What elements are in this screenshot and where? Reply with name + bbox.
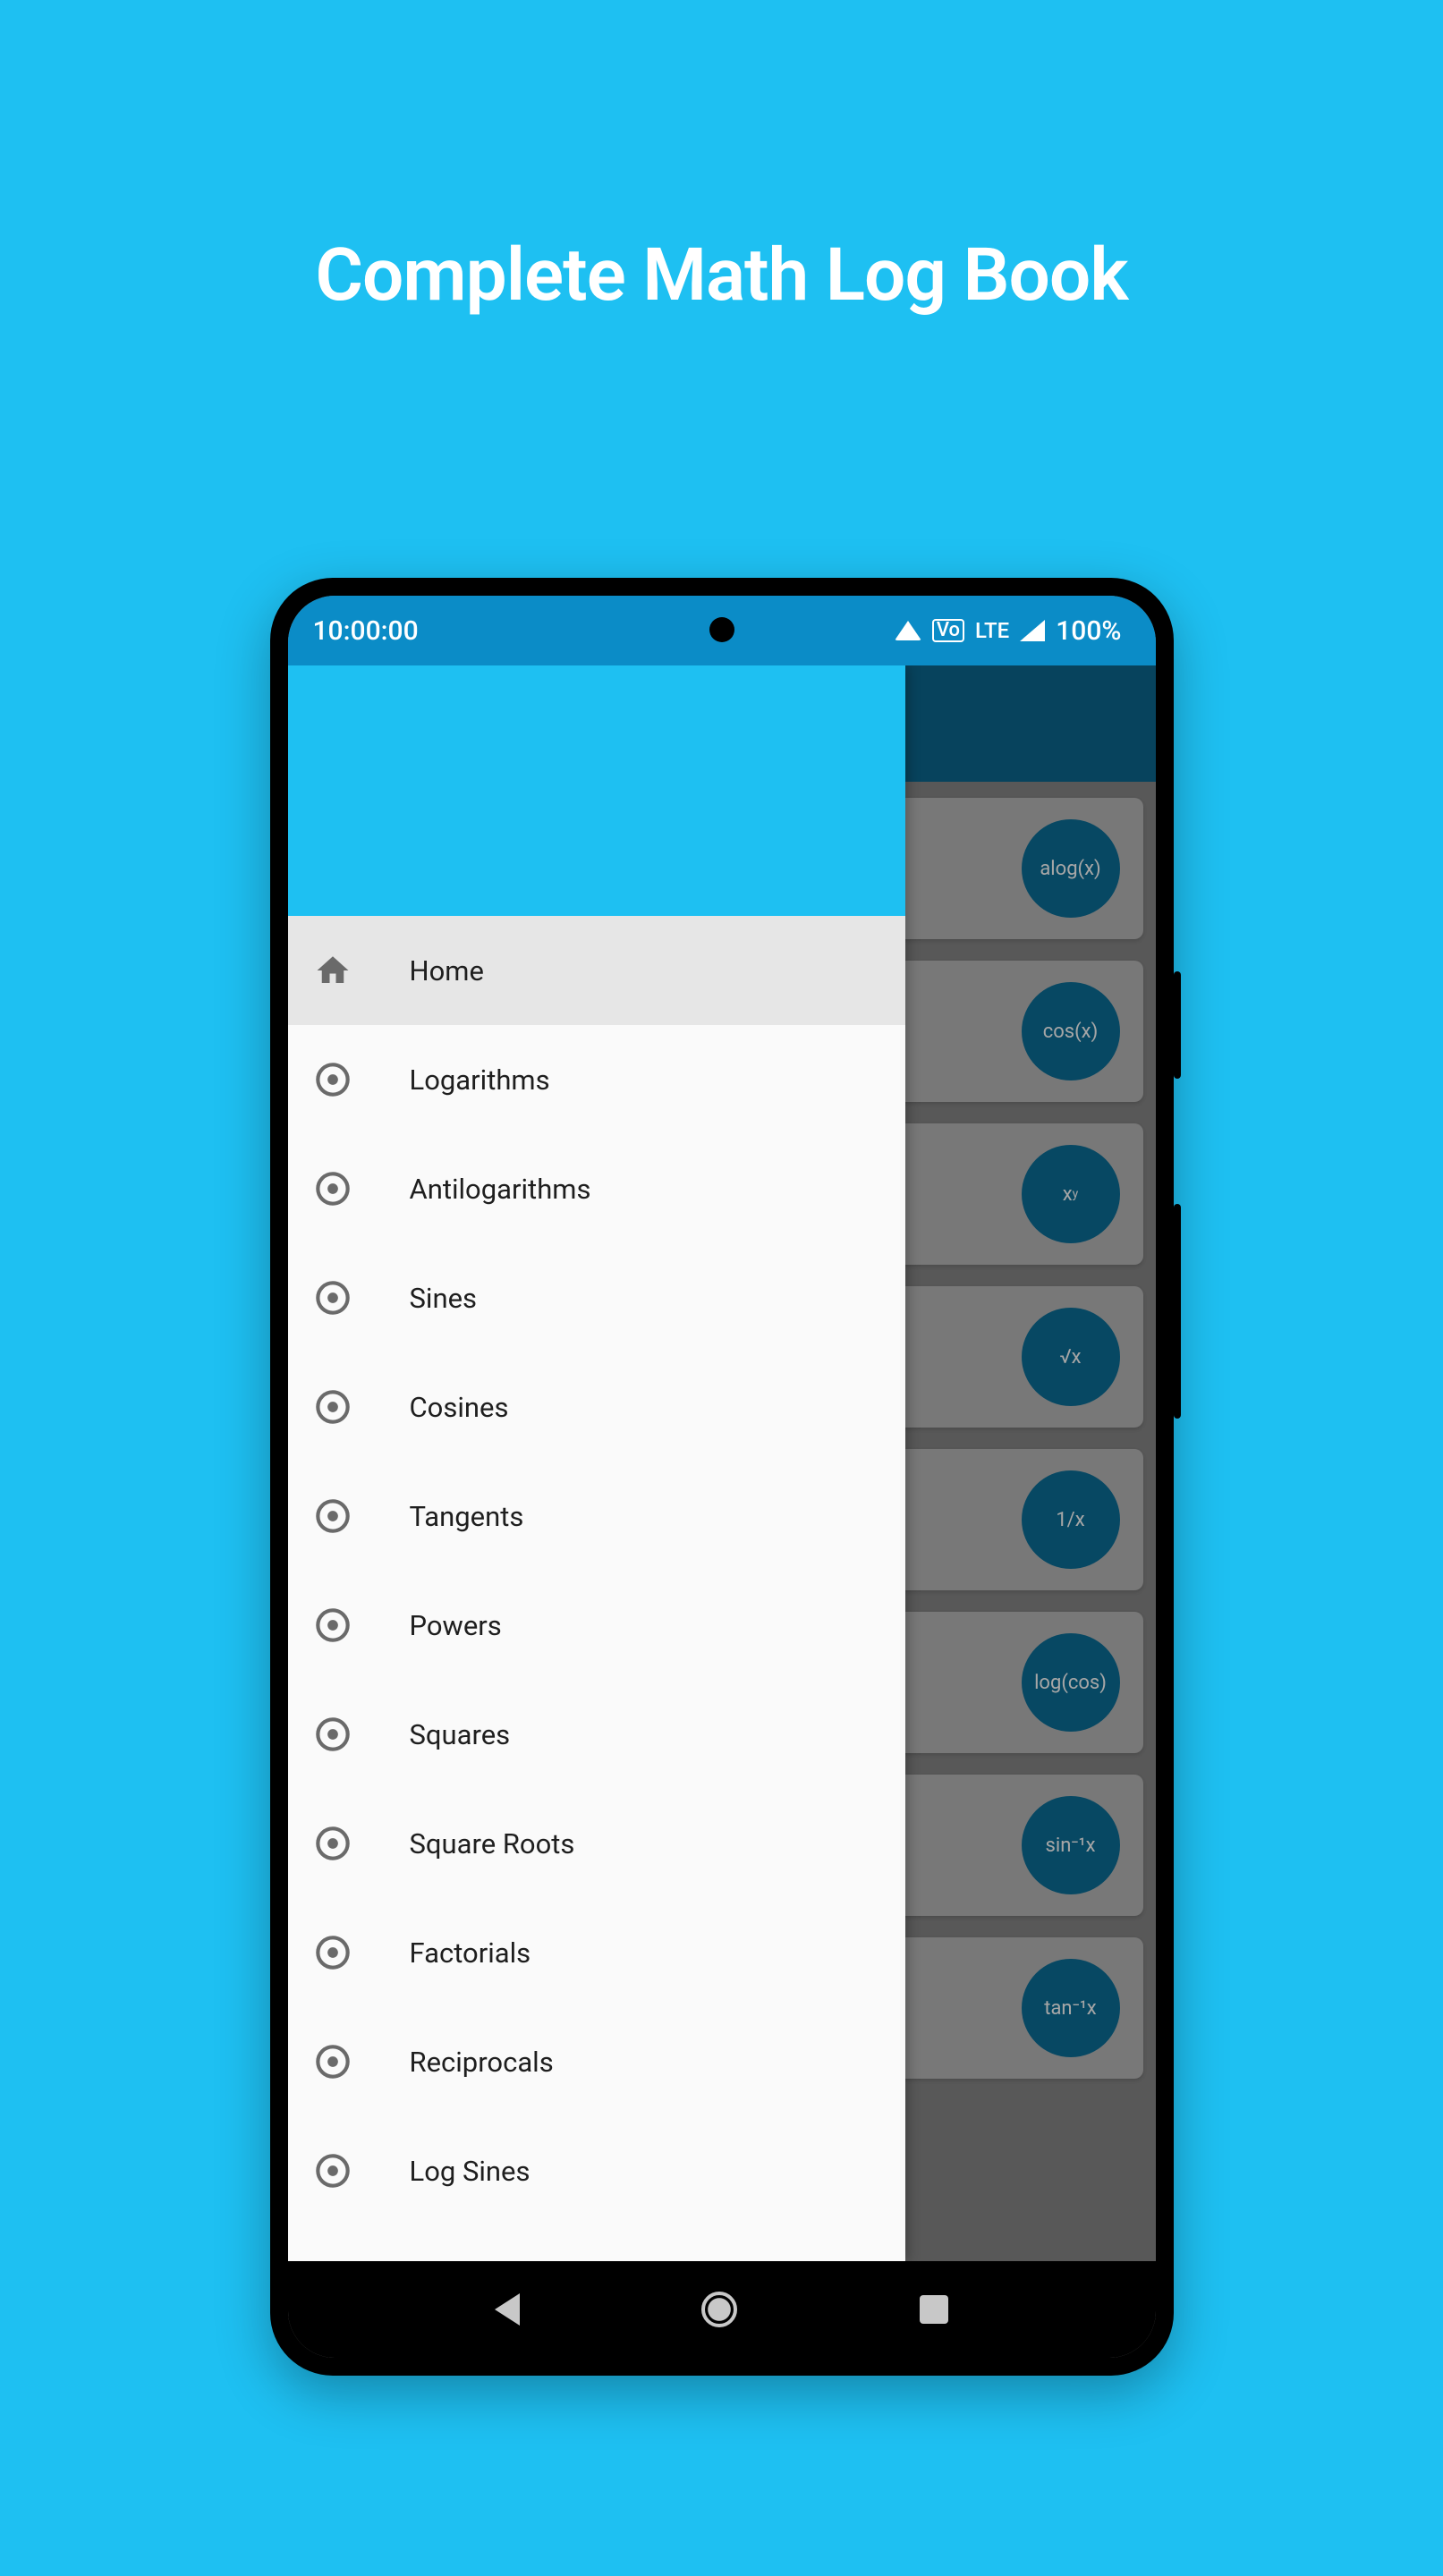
radio-icon [313, 1933, 352, 1972]
radio-icon [313, 1496, 352, 1536]
radio-icon [313, 1169, 352, 1208]
volte-label: Vo [932, 619, 964, 642]
back-icon[interactable] [495, 2293, 520, 2326]
radio-icon [313, 2151, 352, 2190]
status-time: 10:00:00 [313, 615, 419, 647]
drawer-item-label: Sines [410, 1282, 478, 1315]
drawer-item-label: Reciprocals [410, 2046, 554, 2079]
battery-label: 100% [1056, 615, 1121, 647]
radio-icon [313, 1278, 352, 1318]
drawer-item-label: Log Sines [410, 2155, 531, 2188]
radio-icon [313, 1387, 352, 1427]
drawer-item-sines[interactable]: Sines [288, 1243, 905, 1352]
drawer-item-label: Cosines [410, 1391, 509, 1424]
drawer-item-home[interactable]: Home [288, 916, 905, 1025]
app-content: hmsalog(x)cos(x)xyts√xs1/xslog(cos)sin⁻¹… [288, 665, 1156, 2261]
drawer-item-label: Tangents [410, 1500, 524, 1533]
drawer-item-tangents[interactable]: Tangents [288, 1462, 905, 1571]
lte-label: LTE [975, 618, 1009, 643]
drawer-item-factorials[interactable]: Factorials [288, 1898, 905, 2007]
phone-camera-notch [709, 617, 734, 642]
page-title: Complete Math Log Book [315, 233, 1127, 318]
home-nav-icon[interactable] [701, 2292, 737, 2327]
drawer-item-reciprocals[interactable]: Reciprocals [288, 2007, 905, 2116]
drawer-item-label: Powers [410, 1609, 502, 1642]
radio-icon [313, 1606, 352, 1645]
phone-screen: 10:00:00 Vo LTE 100% hmsalog(x)cos(x)xyt… [288, 596, 1156, 2358]
drawer-item-log-sines[interactable]: Log Sines [288, 2116, 905, 2225]
radio-icon [313, 1715, 352, 1754]
drawer-item-label: Logarithms [410, 1063, 550, 1097]
drawer-item-logarithms[interactable]: Logarithms [288, 1025, 905, 1134]
recent-apps-icon[interactable] [920, 2295, 948, 2324]
wifi-icon [895, 621, 921, 640]
home-icon [313, 951, 352, 990]
navigation-drawer: Home Logarithms Antilogarithms Sines Cosines… [288, 665, 905, 2261]
drawer-item-squares[interactable]: Squares [288, 1680, 905, 1789]
drawer-item-list[interactable]: Home Logarithms Antilogarithms Sines Cosines… [288, 916, 905, 2261]
status-indicators: Vo LTE 100% [895, 615, 1122, 647]
drawer-item-cosines[interactable]: Cosines [288, 1352, 905, 1462]
drawer-item-antilogarithms[interactable]: Antilogarithms [288, 1134, 905, 1243]
radio-icon [313, 2042, 352, 2081]
drawer-item-square-roots[interactable]: Square Roots [288, 1789, 905, 1898]
phone-frame: 10:00:00 Vo LTE 100% hmsalog(x)cos(x)xyt… [270, 578, 1174, 2376]
drawer-item-label: Factorials [410, 1936, 531, 1970]
signal-icon [1020, 620, 1045, 641]
radio-icon [313, 1824, 352, 1863]
phone-volume-button [1174, 971, 1181, 1079]
drawer-item-label: Squares [410, 1718, 511, 1751]
system-nav-bar [288, 2261, 1156, 2358]
drawer-header [288, 665, 905, 916]
phone-power-button [1174, 1204, 1181, 1419]
radio-icon [313, 1060, 352, 1099]
drawer-item-label: Home [410, 954, 484, 987]
drawer-item-label: Antilogarithms [410, 1173, 591, 1206]
drawer-item-label: Square Roots [410, 1827, 575, 1860]
drawer-item-powers[interactable]: Powers [288, 1571, 905, 1680]
